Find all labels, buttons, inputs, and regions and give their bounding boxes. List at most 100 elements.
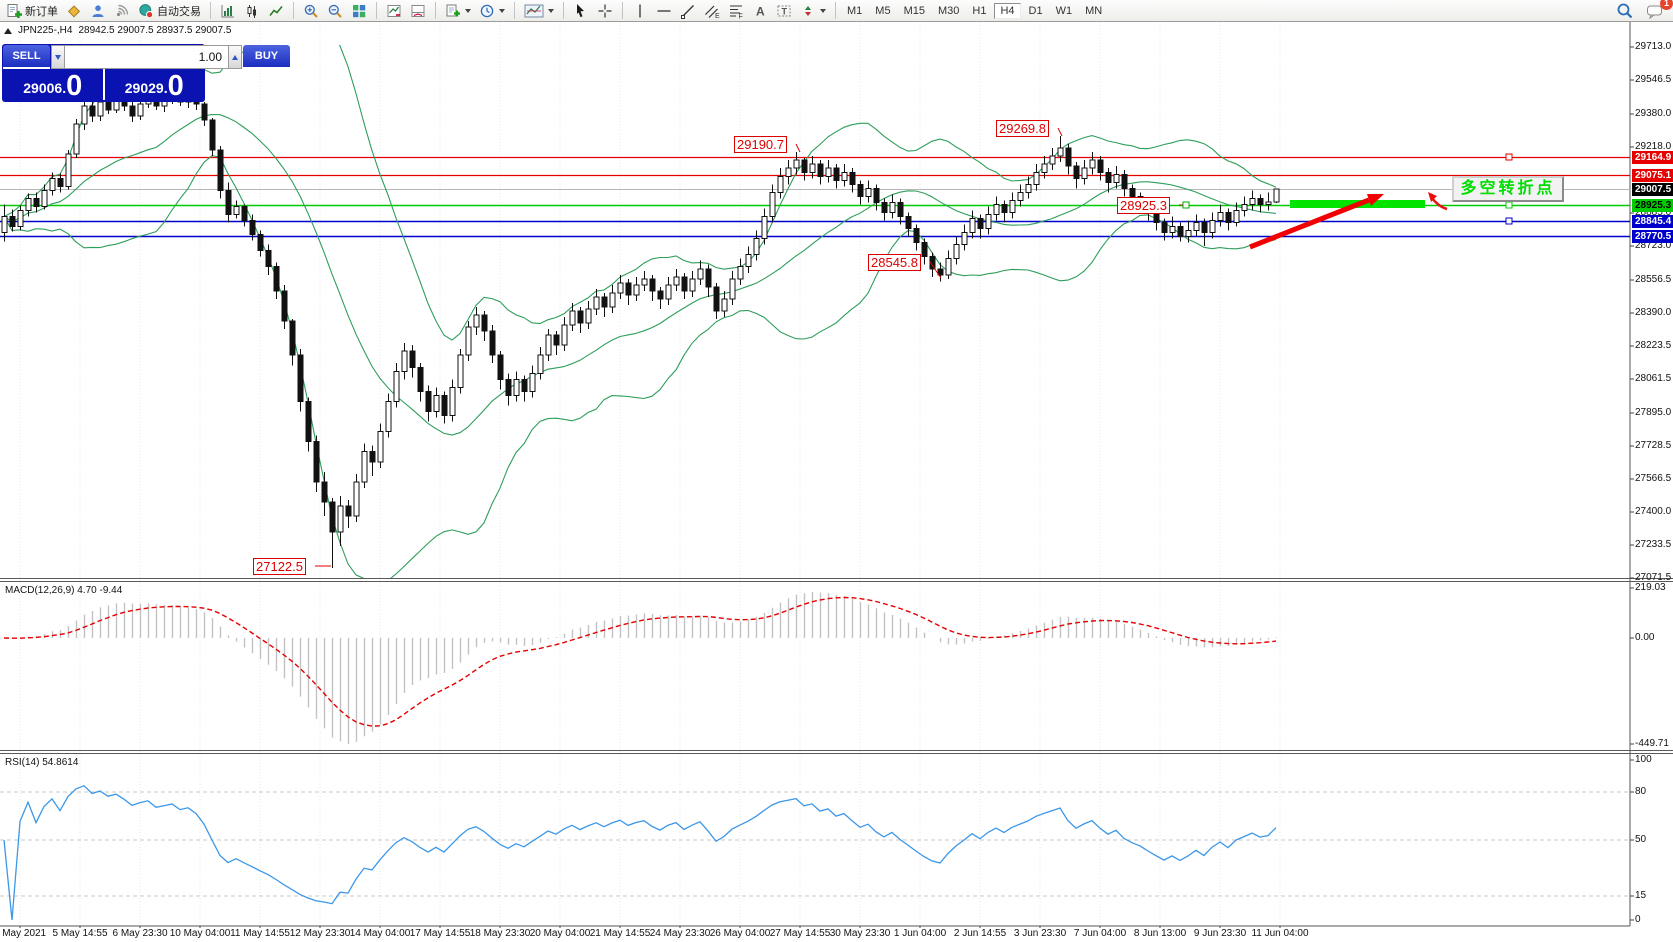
volume-decrease-button[interactable] [51, 45, 65, 69]
indicator-subwindow-icon [410, 3, 426, 19]
time-axis-label: 10 May 04:00 [170, 928, 231, 939]
toolbar-separator [622, 2, 623, 19]
horizontal-line-icon [656, 3, 672, 19]
zoom-out-icon [327, 3, 343, 19]
timeframe-m5-button[interactable]: M5 [870, 4, 895, 18]
macd-signal-line [4, 598, 1276, 727]
sell-price-main: 29006. [23, 77, 66, 99]
period-button[interactable] [476, 1, 508, 20]
fibonacci-tool-button[interactable]: F [725, 1, 747, 20]
timeframe-m15-button[interactable]: M15 [899, 4, 930, 18]
chart-workspace: JPN225-,H4 28942.5 29007.5 28937.5 29007… [0, 22, 1673, 942]
level-handle[interactable] [1506, 154, 1512, 160]
time-axis-label: 20 May 04:00 [530, 928, 591, 939]
timeframe-d1-button[interactable]: D1 [1024, 4, 1048, 18]
indicator-window-icon [386, 3, 402, 19]
volume-stepper [51, 45, 242, 69]
text-label-tool-button[interactable]: T [773, 1, 795, 20]
add-indicator-icon [445, 3, 461, 19]
timeframe-mn-button[interactable]: MN [1080, 4, 1107, 18]
autotrading-icon [138, 3, 154, 19]
add-indicator-caret-icon [465, 9, 471, 13]
time-axis-label: 5 May 14:55 [52, 928, 107, 939]
notification-badge: 1 [1660, 0, 1673, 10]
trendline-icon [680, 3, 696, 19]
timeframe-h4-button[interactable]: H4 [994, 3, 1020, 19]
arrows-caret-icon [820, 9, 826, 13]
toolbar-separator [293, 2, 294, 19]
autotrading-button[interactable]: 自动交易 [135, 1, 204, 20]
arrows-tool-button[interactable] [797, 1, 829, 20]
bar-chart-icon [220, 3, 236, 19]
level-handle[interactable] [1506, 202, 1512, 208]
candlestick-mode-button[interactable] [241, 1, 263, 20]
line-chart-mode-button[interactable] [265, 1, 287, 20]
buy-price: 29029. 0 [103, 69, 205, 100]
volume-increase-button[interactable] [228, 45, 242, 69]
signals-icon [114, 3, 130, 19]
collapse-panel-icon[interactable] [4, 28, 12, 34]
macd-histogram [5, 592, 1277, 744]
time-axis-label: 7 Jun 04:00 [1074, 928, 1126, 939]
fibonacci-icon: F [728, 3, 744, 19]
crosshair-tool-button[interactable] [594, 1, 616, 20]
chart-template-caret-icon [548, 9, 554, 13]
cursor-tool-button[interactable] [570, 1, 592, 20]
timeframe-m1-button[interactable]: M1 [842, 4, 867, 18]
chart-plot[interactable] [0, 22, 1673, 928]
buy-button[interactable]: BUY [243, 45, 290, 69]
rsi-label: RSI(14) 54.8614 [5, 757, 78, 768]
market-watch-button[interactable] [63, 1, 85, 20]
toolbar-separator [835, 2, 836, 19]
toolbar-separator [563, 2, 564, 19]
bar-chart-mode-button[interactable] [217, 1, 239, 20]
indicator-window-button[interactable] [383, 1, 405, 20]
text-tool-button[interactable]: A [749, 1, 771, 20]
crosshair-icon [597, 3, 613, 19]
navigator-icon [90, 3, 106, 19]
signals-button[interactable] [111, 1, 133, 20]
buy-price-last-digit: 0 [168, 73, 184, 99]
time-axis-label: 2 Jun 14:55 [954, 928, 1006, 939]
volume-input[interactable] [65, 45, 228, 69]
time-axis-label: 14 May 04:00 [350, 928, 411, 939]
note-annotation[interactable]: 多空转折点 [1452, 176, 1564, 202]
chart-template-button[interactable] [521, 1, 557, 20]
time-axis-label: 12 May 23:30 [290, 928, 351, 939]
time-axis-label: 30 May 23:30 [830, 928, 891, 939]
new-order-button[interactable]: 新订单 [3, 1, 61, 20]
trendline-tool-button[interactable] [677, 1, 699, 20]
search-icon [1616, 2, 1634, 20]
zoom-in-icon [303, 3, 319, 19]
timeframe-h1-button[interactable]: H1 [967, 4, 991, 18]
vertical-line-tool-button[interactable] [629, 1, 651, 20]
sell-price: 29006. 0 [3, 69, 103, 100]
tile-windows-icon [351, 3, 367, 19]
clock-icon [479, 3, 495, 19]
zoom-in-button[interactable] [300, 1, 322, 20]
channel-tool-button[interactable]: E [701, 1, 723, 20]
time-axis-label: 26 May 04:00 [710, 928, 771, 939]
time-axis-label: 8 Jun 13:00 [1134, 928, 1186, 939]
zoom-out-button[interactable] [324, 1, 346, 20]
timeframe-w1-button[interactable]: W1 [1051, 4, 1078, 18]
sell-button[interactable]: SELL [3, 45, 50, 69]
navigator-button[interactable] [87, 1, 109, 20]
horizontal-line-tool-button[interactable] [653, 1, 675, 20]
time-axis-label: 11 May 14:55 [230, 928, 290, 939]
notifications-button[interactable]: 1 [1643, 1, 1667, 20]
candlesticks [2, 88, 1279, 568]
toolbar-separator [210, 2, 211, 19]
new-order-icon [6, 3, 22, 19]
timeframe-m30-button[interactable]: M30 [933, 4, 964, 18]
cursor-icon [573, 3, 589, 19]
add-indicator-button[interactable] [442, 1, 474, 20]
top-toolbar: 新订单 自动交易 [0, 0, 1673, 22]
tile-windows-button[interactable] [348, 1, 370, 20]
svg-text:F: F [739, 13, 743, 19]
search-button[interactable] [1613, 1, 1637, 20]
level-handle[interactable] [1506, 218, 1512, 224]
indicator-subwindow-button[interactable] [407, 1, 429, 20]
equidistant-channel-icon: E [704, 3, 720, 19]
candlestick-icon [244, 3, 260, 19]
